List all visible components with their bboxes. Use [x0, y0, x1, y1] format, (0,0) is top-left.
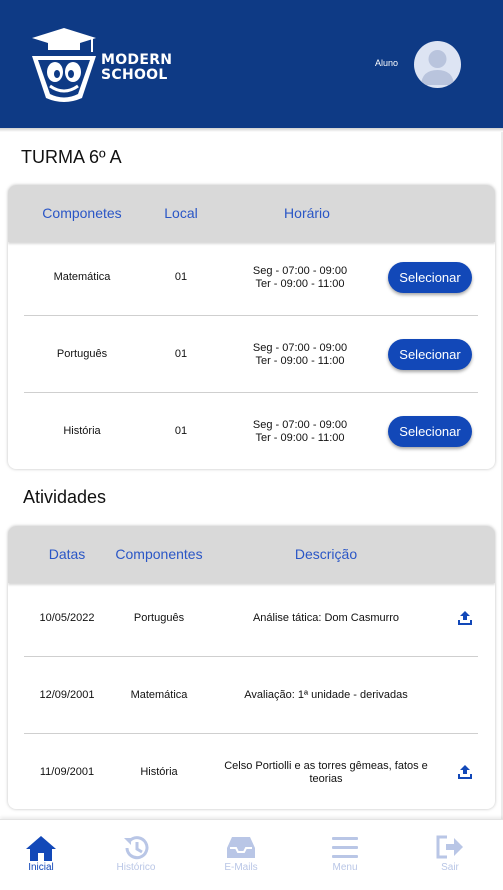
activities-table: Datas Componentes Descrição 10/05/2022 P…: [8, 526, 495, 809]
select-button[interactable]: Selecionar: [388, 339, 472, 370]
school-logo-icon: [32, 28, 96, 102]
cell-description: Análise tática: Dom Casmurro: [252, 612, 400, 624]
schedule-line-1: Seg - 07:00 - 09:00: [252, 341, 348, 354]
schedule-line-2: Ter - 09:00 - 11:00: [255, 431, 345, 444]
class-title: TURMA 6º A: [21, 147, 122, 167]
home-icon: [26, 836, 56, 861]
column-header-dates: Datas: [48, 546, 86, 562]
classes-table-header: Componetes Local Horário: [8, 185, 495, 242]
activities-title: Atividades: [23, 487, 107, 507]
schedule-line-2: Ter - 09:00 - 11:00: [255, 277, 345, 290]
cell-schedule: Seg - 07:00 - 09:00 Ter - 09:00 - 11:00: [230, 393, 370, 469]
nav-item-historico[interactable]: Histórico: [101, 820, 171, 890]
cell-component: Português: [56, 348, 108, 360]
nav-label: Inicial: [28, 862, 54, 873]
cell-local: 01: [174, 271, 188, 283]
cell-component: História: [63, 425, 101, 437]
cell-date: 12/09/2001: [39, 689, 95, 701]
brand-name: MODERN SCHOOL: [101, 53, 172, 83]
activities-table-header: Datas Componentes Descrição: [8, 526, 495, 583]
cell-local: 01: [174, 348, 188, 360]
nav-item-menu[interactable]: Menu: [310, 820, 380, 890]
column-header-components: Componetes: [42, 205, 122, 221]
column-header-local: Local: [164, 205, 198, 221]
column-header-description: Descrição: [294, 546, 358, 562]
select-button[interactable]: Selecionar: [388, 416, 472, 447]
app-header: MODERN SCHOOL Aluno: [0, 0, 503, 128]
cell-local: 01: [174, 425, 188, 437]
cell-component: Matemática: [130, 689, 188, 701]
cell-component: Português: [133, 612, 185, 624]
schedule-line-1: Seg - 07:00 - 09:00: [252, 418, 348, 431]
schedule-line-1: Seg - 07:00 - 09:00: [252, 264, 348, 277]
cell-schedule: Seg - 07:00 - 09:00 Ter - 09:00 - 11:00: [230, 239, 370, 316]
cell-date: 10/05/2022: [39, 612, 95, 624]
nav-label: Histórico: [116, 862, 156, 873]
schedule-line-2: Ter - 09:00 - 11:00: [255, 354, 345, 367]
cell-description: Celso Portiolli e as torres gêmeas, fato…: [224, 759, 428, 785]
cell-date: 11/09/2001: [39, 766, 95, 778]
menu-icon: [332, 837, 358, 858]
nav-label: E-Mails: [224, 862, 258, 873]
nav-label: Menu: [332, 862, 358, 873]
nav-label: Sair: [441, 862, 459, 873]
table-row: Português 01 Seg - 07:00 - 09:00 Ter - 0…: [8, 316, 495, 393]
header-shadow: [0, 128, 503, 132]
history-icon: [124, 836, 149, 860]
table-row: 11/09/2001 História Celso Portiolli e as…: [8, 734, 495, 809]
cell-schedule: Seg - 07:00 - 09:00 Ter - 09:00 - 11:00: [230, 316, 370, 393]
classes-table: Componetes Local Horário Matemática 01 S…: [8, 185, 495, 469]
brand-line-2: SCHOOL: [101, 67, 168, 83]
bottom-nav: Inicial Histórico E-Mails Menu Sair: [0, 819, 503, 890]
nav-item-inicial[interactable]: Inicial: [6, 820, 76, 890]
table-row: História 01 Seg - 07:00 - 09:00 Ter - 09…: [8, 393, 495, 469]
brand-line-1: MODERN: [101, 52, 173, 68]
upload-icon[interactable]: [457, 610, 473, 626]
column-header-schedule: Horário: [284, 205, 330, 221]
logout-icon: [436, 835, 463, 859]
select-button[interactable]: Selecionar: [388, 262, 472, 293]
upload-icon[interactable]: [457, 764, 473, 780]
cell-description: Avaliação: 1ª unidade - derivadas: [244, 689, 408, 701]
nav-item-emails[interactable]: E-Mails: [206, 820, 276, 890]
table-row: Matemática 01 Seg - 07:00 - 09:00 Ter - …: [8, 239, 495, 316]
user-silhouette-icon: [421, 50, 454, 85]
user-role-label: Aluno: [375, 58, 399, 68]
table-row: 12/09/2001 Matemática Avaliação: 1ª unid…: [8, 657, 495, 734]
avatar[interactable]: [414, 41, 461, 88]
table-row: 10/05/2022 Português Análise tática: Dom…: [8, 580, 495, 657]
inbox-icon: [227, 837, 255, 858]
column-header-components: Componentes: [115, 546, 203, 562]
nav-item-sair[interactable]: Sair: [415, 820, 485, 890]
cell-component: História: [140, 766, 178, 778]
cell-component: Matemática: [53, 271, 111, 283]
